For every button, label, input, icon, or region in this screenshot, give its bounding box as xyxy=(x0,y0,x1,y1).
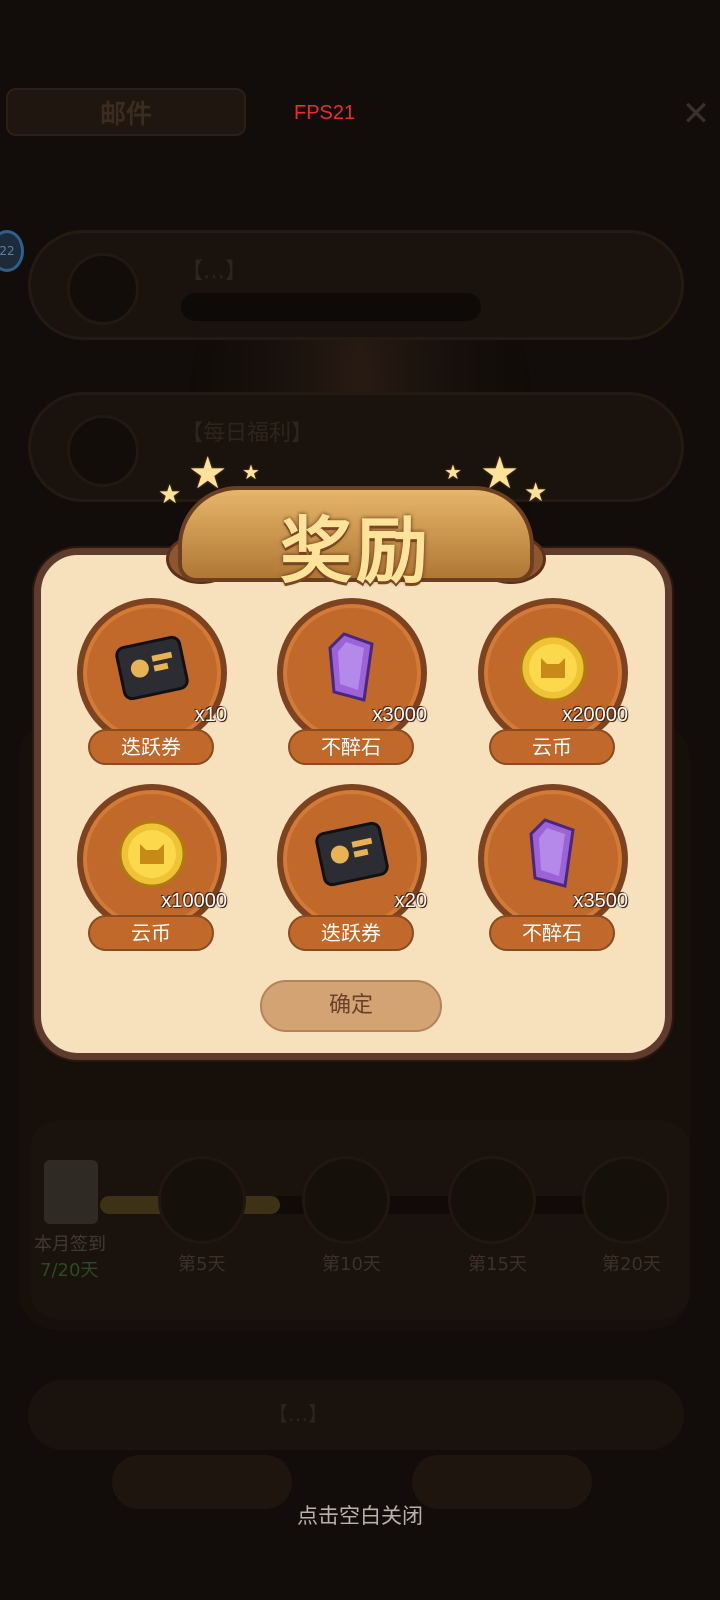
reward-item[interactable]: x20000 云币 xyxy=(478,598,628,778)
reward-item[interactable]: x10 迭跃券 xyxy=(77,598,227,778)
milestone-label: 第10天 xyxy=(322,1254,381,1275)
reward-quantity: x10000 xyxy=(161,890,227,912)
reward-name: 迭跃券 xyxy=(288,915,414,951)
reward-name: 迭跃券 xyxy=(88,729,214,765)
milestone-label: 第20天 xyxy=(602,1254,661,1275)
reward-quantity: x20000 xyxy=(562,704,628,726)
confirm-button[interactable]: 确定 xyxy=(260,980,442,1032)
mail-row-title: 【…】 xyxy=(181,259,248,284)
reward-item[interactable]: x20 迭跃券 xyxy=(277,784,427,964)
mail-row: 【…】 xyxy=(28,230,684,340)
purple-gem-icon xyxy=(529,818,575,888)
gold-coin-icon xyxy=(118,820,186,888)
ticket-card-icon xyxy=(315,821,389,887)
ticket-card-icon xyxy=(115,635,189,701)
reward-item[interactable]: x10000 云币 xyxy=(77,784,227,964)
mail-row-subbar xyxy=(181,293,481,321)
kunai-icon xyxy=(158,1156,246,1244)
reward-quantity: x20 xyxy=(394,890,427,912)
purple-gem-icon xyxy=(302,1156,390,1244)
reward-name: 不醉石 xyxy=(288,729,414,765)
star-icon: ★ xyxy=(444,460,462,484)
mail-row: 【…】 xyxy=(28,1380,684,1450)
reward-name: 不醉石 xyxy=(489,915,615,951)
close-icon: ✕ xyxy=(681,94,711,134)
signin-count: 7/20天 xyxy=(40,1260,99,1281)
book-icon xyxy=(448,1156,536,1244)
purple-gem-icon xyxy=(328,632,374,702)
purple-gem-icon xyxy=(582,1156,670,1244)
fps-counter: FPS21 xyxy=(294,102,356,124)
reward-name: 云币 xyxy=(88,915,214,951)
monthly-signin-panel: 本月签到 7/20天 第5天 第10天 第15天 第20天 xyxy=(30,1120,690,1320)
tap-blank-to-close-hint: 点击空白关闭 xyxy=(297,1504,423,1528)
envelope-icon xyxy=(67,253,139,325)
signin-month-label: 本月签到 xyxy=(34,1234,106,1255)
gold-coin-icon xyxy=(519,634,587,702)
star-icon: ★ xyxy=(242,460,260,484)
reward-item[interactable]: x3500 不醉石 xyxy=(478,784,628,964)
envelope-icon xyxy=(67,415,139,487)
scroll-icon xyxy=(44,1160,98,1224)
mail-tab: 邮件 xyxy=(6,88,246,136)
milestone-label: 第5天 xyxy=(178,1254,226,1275)
mail-row-title: 【…】 xyxy=(268,1402,328,1426)
reward-quantity: x3000 xyxy=(372,704,428,726)
milestone-label: 第15天 xyxy=(468,1254,527,1275)
reward-name: 云币 xyxy=(489,729,615,765)
reward-quantity: x10 xyxy=(194,704,227,726)
reward-quantity: x3500 xyxy=(573,890,629,912)
reward-title: 奖励 xyxy=(279,508,432,593)
mail-row-title: 【每日福利】 xyxy=(181,421,314,446)
reward-item[interactable]: x3000 不醉石 xyxy=(277,598,427,778)
reward-banner: ★ ★ ★ ★ ★ ★ 奖励 xyxy=(158,446,554,593)
